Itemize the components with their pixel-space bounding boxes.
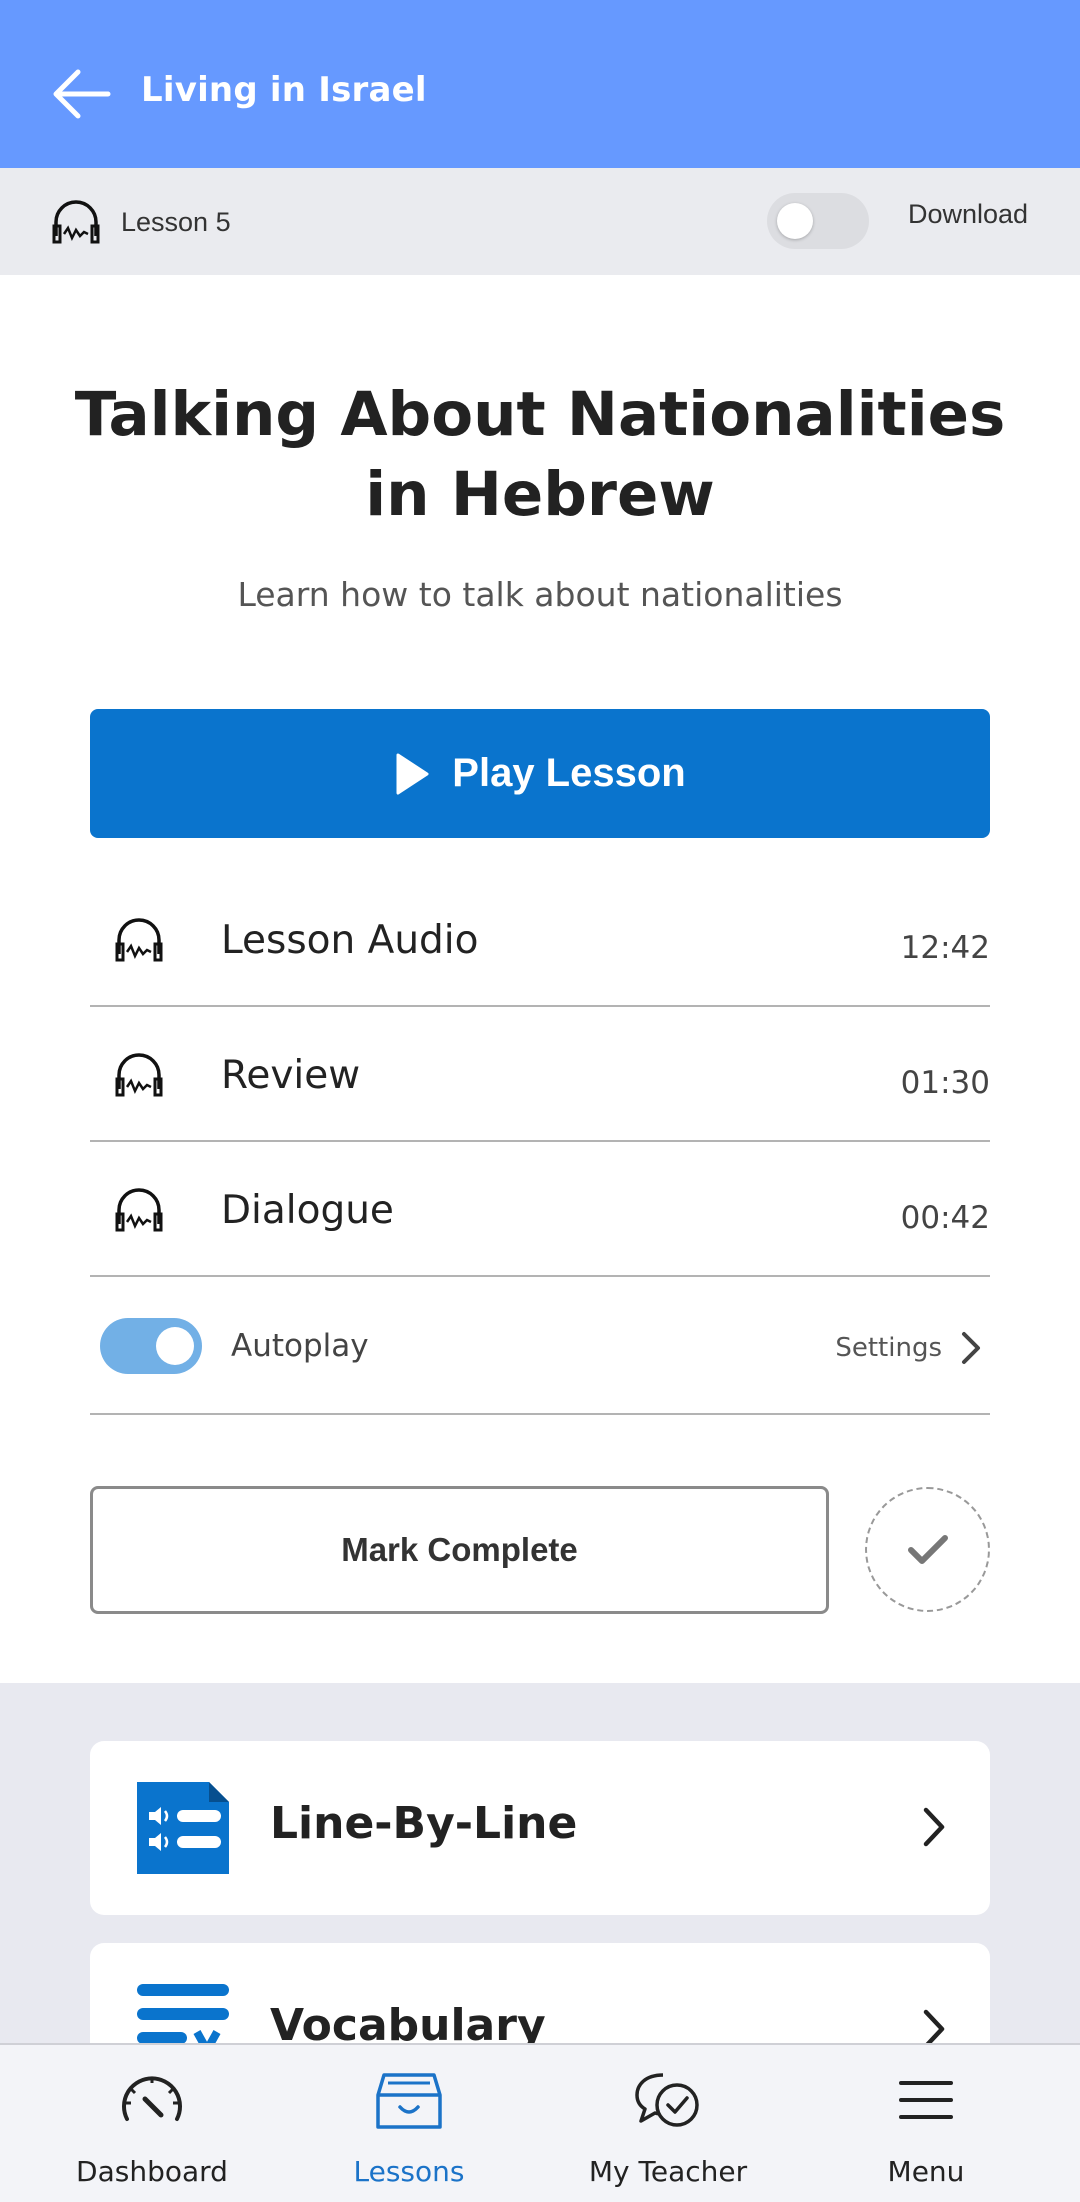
lesson-title: Talking About Nationalities in Hebrew — [74, 379, 1006, 530]
nav-label: Dashboard — [76, 2155, 228, 2188]
lesson-main: Talking About Nationalities in Hebrew Le… — [0, 275, 1080, 1683]
line-by-line-icon — [137, 1782, 229, 1874]
nav-label: Menu — [887, 2155, 965, 2188]
line-by-line-card[interactable]: Line-By-Line — [90, 1741, 990, 1915]
lessons-icon — [376, 2073, 442, 2129]
headphones-icon — [115, 1188, 163, 1232]
headphones-icon — [52, 200, 100, 244]
download-label: Download — [908, 199, 1029, 229]
app-header: Living in Israel — [0, 0, 1080, 168]
nav-my-teacher[interactable]: My Teacher — [533, 2045, 803, 2202]
back-arrow-icon[interactable] — [52, 66, 112, 122]
play-lesson-label: Play Lesson — [452, 751, 686, 795]
header-title: Living in Israel — [141, 70, 427, 110]
bottom-navigation: Dashboard Lessons My Teacher Menu — [0, 2043, 1080, 2202]
my-teacher-icon — [635, 2073, 699, 2127]
autoplay-row: Autoplay Settings — [90, 1278, 990, 1415]
track-name: Lesson Audio — [221, 918, 479, 963]
lesson-bar: Lesson 5 Download — [0, 168, 1080, 275]
track-name: Review — [221, 1053, 361, 1098]
download-toggle[interactable] — [767, 193, 869, 249]
track-duration: 12:42 — [900, 930, 990, 966]
track-review[interactable]: Review 01:30 — [90, 1007, 990, 1142]
lesson-resources: Line-By-Line Vocabulary — [0, 1683, 1080, 2117]
dashboard-icon — [122, 2076, 182, 2121]
mark-complete-button[interactable]: Mark Complete — [90, 1486, 829, 1614]
settings-link[interactable]: Settings — [835, 1330, 982, 1366]
autoplay-toggle[interactable] — [100, 1318, 202, 1374]
nav-label: Lessons — [353, 2155, 465, 2188]
autoplay-label: Autoplay — [231, 1328, 369, 1364]
checkmark-icon — [907, 1534, 948, 1564]
track-dialogue[interactable]: Dialogue 00:42 — [90, 1142, 990, 1277]
chevron-right-icon — [962, 1332, 980, 1364]
toggle-knob — [156, 1327, 194, 1365]
nav-dashboard[interactable]: Dashboard — [17, 2045, 287, 2202]
track-name: Dialogue — [221, 1188, 394, 1233]
toggle-knob — [777, 203, 813, 239]
nav-label: My Teacher — [588, 2155, 748, 2188]
play-icon — [396, 753, 429, 794]
nav-menu[interactable]: Menu — [791, 2045, 1061, 2202]
lesson-number: Lesson 5 — [121, 207, 231, 237]
chevron-right-icon — [923, 1807, 945, 1847]
settings-label: Settings — [835, 1333, 942, 1363]
headphones-icon — [115, 1053, 163, 1097]
track-duration: 00:42 — [900, 1200, 990, 1236]
track-duration: 01:30 — [900, 1065, 990, 1101]
track-lesson-audio[interactable]: Lesson Audio 12:42 — [90, 872, 990, 1007]
play-lesson-button[interactable]: Play Lesson — [90, 709, 990, 838]
menu-icon — [899, 2081, 953, 2119]
card-title: Line-By-Line — [270, 1798, 578, 1849]
headphones-icon — [115, 918, 163, 962]
lesson-subtitle: Learn how to talk about nationalities — [237, 575, 843, 614]
nav-lessons[interactable]: Lessons — [274, 2045, 544, 2202]
complete-check-button[interactable] — [865, 1487, 990, 1612]
